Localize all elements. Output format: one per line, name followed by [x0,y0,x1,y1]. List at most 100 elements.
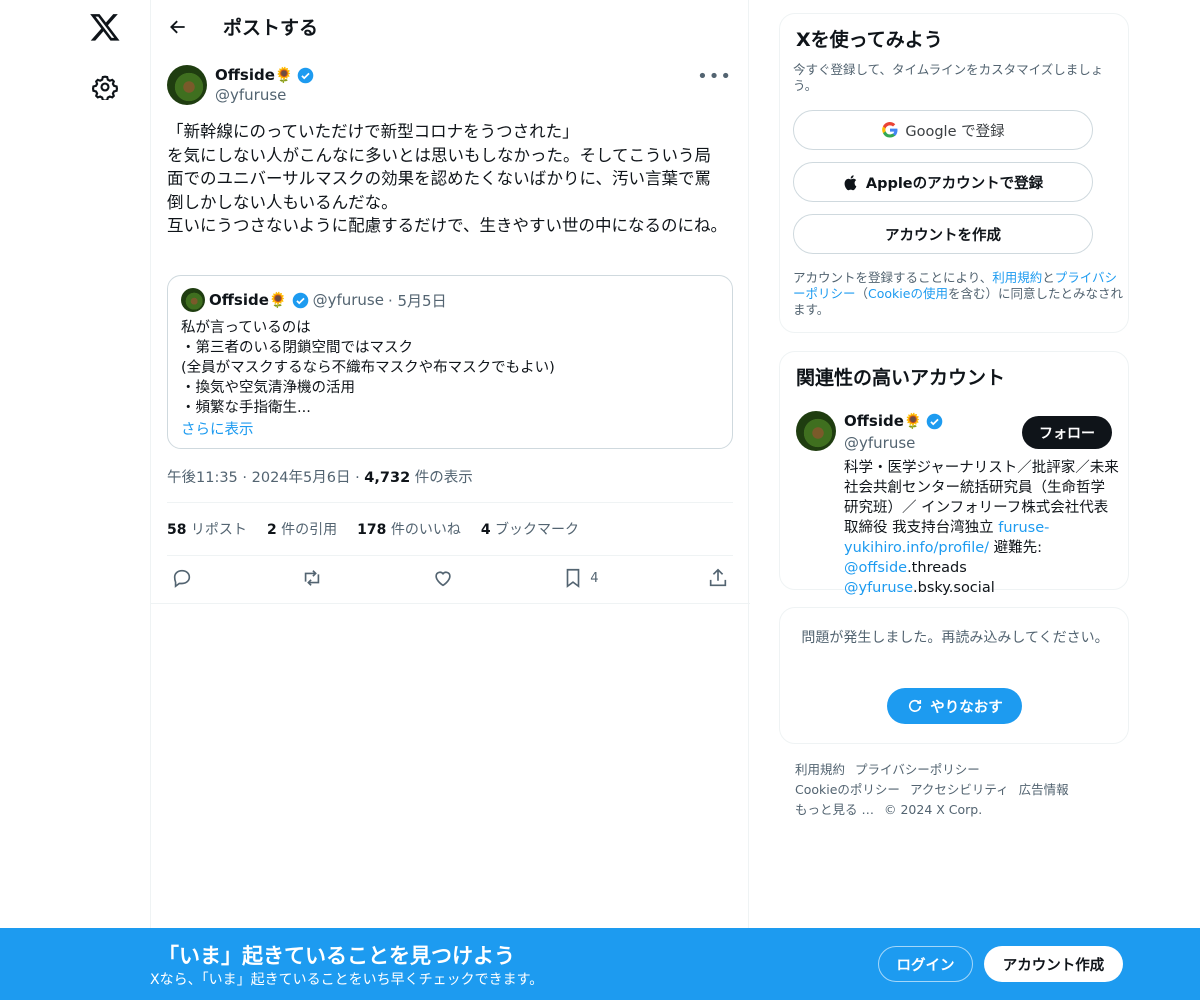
repost-label: リポスト [186,522,247,538]
like-stat[interactable]: 178 件のいいね [357,519,461,539]
page-title: ポストする [223,17,319,39]
terms-part: と [1042,270,1055,285]
signup-button[interactable]: アカウント作成 [984,946,1123,982]
retry-button[interactable]: やりなおす [887,688,1022,724]
x-logo[interactable] [89,11,121,43]
repost-stat[interactable]: 58 リポスト [167,519,247,539]
signup-title: Xを使ってみよう [796,29,943,51]
avatar[interactable] [167,65,207,105]
avatar[interactable] [796,411,836,451]
author-name-row[interactable]: Offside🌻 [215,65,314,85]
footer-link[interactable]: Cookieのポリシー [795,782,900,797]
cookie-use-link[interactable]: Cookieの使用 [868,286,948,301]
gear-icon[interactable] [92,74,118,100]
view-label: 件の表示 [410,470,473,486]
bio-mention-offside[interactable]: @offside [844,560,907,576]
apple-signup-label: Appleのアカウントで登録 [865,175,1044,192]
quote-header: Offside🌻 @yfuruse · 5月5日 [181,288,719,312]
account-names[interactable]: Offside🌻 @yfuruse [844,410,943,454]
quote-text: 私が言っているのは ・第三者のいる閉鎖空間ではマスク (全員がマスクするなら不織… [181,320,555,416]
view-count: 4,732 [364,470,411,486]
terms-part: アカウントを登録することにより、 [793,270,993,285]
bio-text: .bsky.social [913,580,995,596]
back-button[interactable] [167,16,189,38]
repost-count: 58 [167,522,187,538]
heart-icon [435,571,451,587]
page-header: ポストする [151,0,748,53]
signup-subtitle: 今すぐ登録して、タイムラインをカスタマイズしましょう。 [793,62,1104,93]
post-actions: 4 [167,567,733,589]
bookmark-icon [566,568,580,588]
quote-label: 件の引用 [276,522,338,538]
main-column: ポストする Offside🌻 @yfuruse ••• 「新幹線にのっていただけ… [150,0,750,1000]
divider [167,502,733,503]
author-handle[interactable]: @yfuruse [215,85,314,105]
quote-stat[interactable]: 2 件の引用 [267,519,337,539]
repost-button[interactable] [301,567,323,589]
post-author: Offside🌻 @yfuruse [167,65,314,105]
author-display-name[interactable]: Offside🌻 [215,65,294,85]
quote-count: 2 [266,522,277,538]
apple-icon [844,174,857,190]
bio-text: 科学・医学ジャーナリスト／批評家／未来社会共創センター統括研究員（生命哲学研究班… [844,460,1119,536]
relevant-accounts-card: 関連性の高いアカウント Offside🌻 @yfuruse フォロー 科学・医学… [779,351,1129,596]
relevant-title: 関連性の高いアカウント [796,367,1006,389]
share-button[interactable] [707,567,729,589]
avatar [181,288,205,312]
account-bio: 科学・医学ジャーナリスト／批評家／未来社会共創センター統括研究員（生命哲学研究班… [844,458,1119,598]
post-stats: 58 リポスト 2 件の引用 178 件のいいね 4 ブックマーク [167,519,579,539]
footer-link[interactable]: プライバシーポリシー [855,762,980,777]
quote-handle: @yfuruse [312,291,384,309]
more-options-icon[interactable]: ••• [697,66,732,87]
like-button[interactable] [432,567,454,589]
footer-links: 利用規約 プライバシーポリシー Cookieのポリシー アクセシビリティ 広告情報 も… [795,760,1115,820]
footer-more-link[interactable]: もっと見る … [795,802,874,817]
like-label: 件のいいね [386,522,461,538]
quote-date: · 5月5日 [387,291,447,310]
copyright: © 2024 X Corp. [883,802,983,817]
bio-text: 避難先: [989,540,1043,556]
show-more-link[interactable]: さらに表示 [181,422,254,438]
bar-subtitle: Xなら、「いま」起きていることをいち早くチェックできます。 [150,972,544,988]
google-signup-button[interactable]: Google で登録 [793,110,1093,150]
google-signup-label: Google で登録 [905,123,1005,140]
terms-of-service-link[interactable]: 利用規約 [992,270,1042,285]
bookmark-stat[interactable]: 4 ブックマーク [481,519,579,539]
footer-link[interactable]: アクセシビリティ [910,782,1009,797]
post-text: 「新幹線にのっていただけで新型コロナをうつされた」 を気にしない人がこんなに多い… [167,122,728,235]
error-card: 問題が発生しました。再読み込みしてください。 やりなおす [779,607,1129,744]
reply-button[interactable] [171,567,193,589]
account-display-name: Offside🌻 [844,412,923,430]
signup-card: Xを使ってみよう 今すぐ登録して、タイムラインをカスタマイズしましょう。 Goo… [779,13,1129,333]
arrow-left-icon [170,20,185,33]
quoted-post[interactable]: Offside🌻 @yfuruse · 5月5日 私が言っているのは ・第三者の… [167,275,733,449]
bookmark-count: 4 [480,522,491,538]
divider [151,603,750,604]
left-nav [0,0,150,1000]
bio-text: .threads [907,560,967,576]
divider [167,555,733,556]
reply-icon [173,569,191,588]
bookmark-button[interactable]: 4 [562,567,599,589]
quote-display-name: Offside🌻 [209,291,288,309]
footer-link[interactable]: 広告情報 [1019,782,1069,797]
footer-link[interactable]: 利用規約 [795,762,845,777]
bio-mention-yfuruse[interactable]: @yfuruse [844,580,913,596]
post-meta: 午後11:35 · 2024年5月6日 · 4,732 件の表示 [167,466,473,487]
bookmark-label: ブックマーク [490,522,580,538]
apple-signup-button[interactable]: Appleのアカウントで登録 [793,162,1093,202]
share-icon [709,568,727,587]
retry-label: やりなおす [930,699,1003,716]
create-account-button[interactable]: アカウントを作成 [793,214,1093,254]
login-button[interactable]: ログイン [878,946,973,982]
repost-icon [305,570,320,586]
like-count: 178 [357,522,387,538]
error-message: 問題が発生しました。再読み込みしてください。 [801,630,1109,646]
verified-badge-icon [297,67,313,83]
terms-part: （ [855,286,869,301]
bar-title: 「いま」起きていることを見つけよう [158,944,515,968]
refresh-icon [909,699,922,712]
follow-button[interactable]: フォロー [1022,416,1112,449]
bookmark-action-count: 4 [590,570,599,586]
post-timestamp[interactable]: 午後11:35 · 2024年5月6日 · [167,470,364,486]
